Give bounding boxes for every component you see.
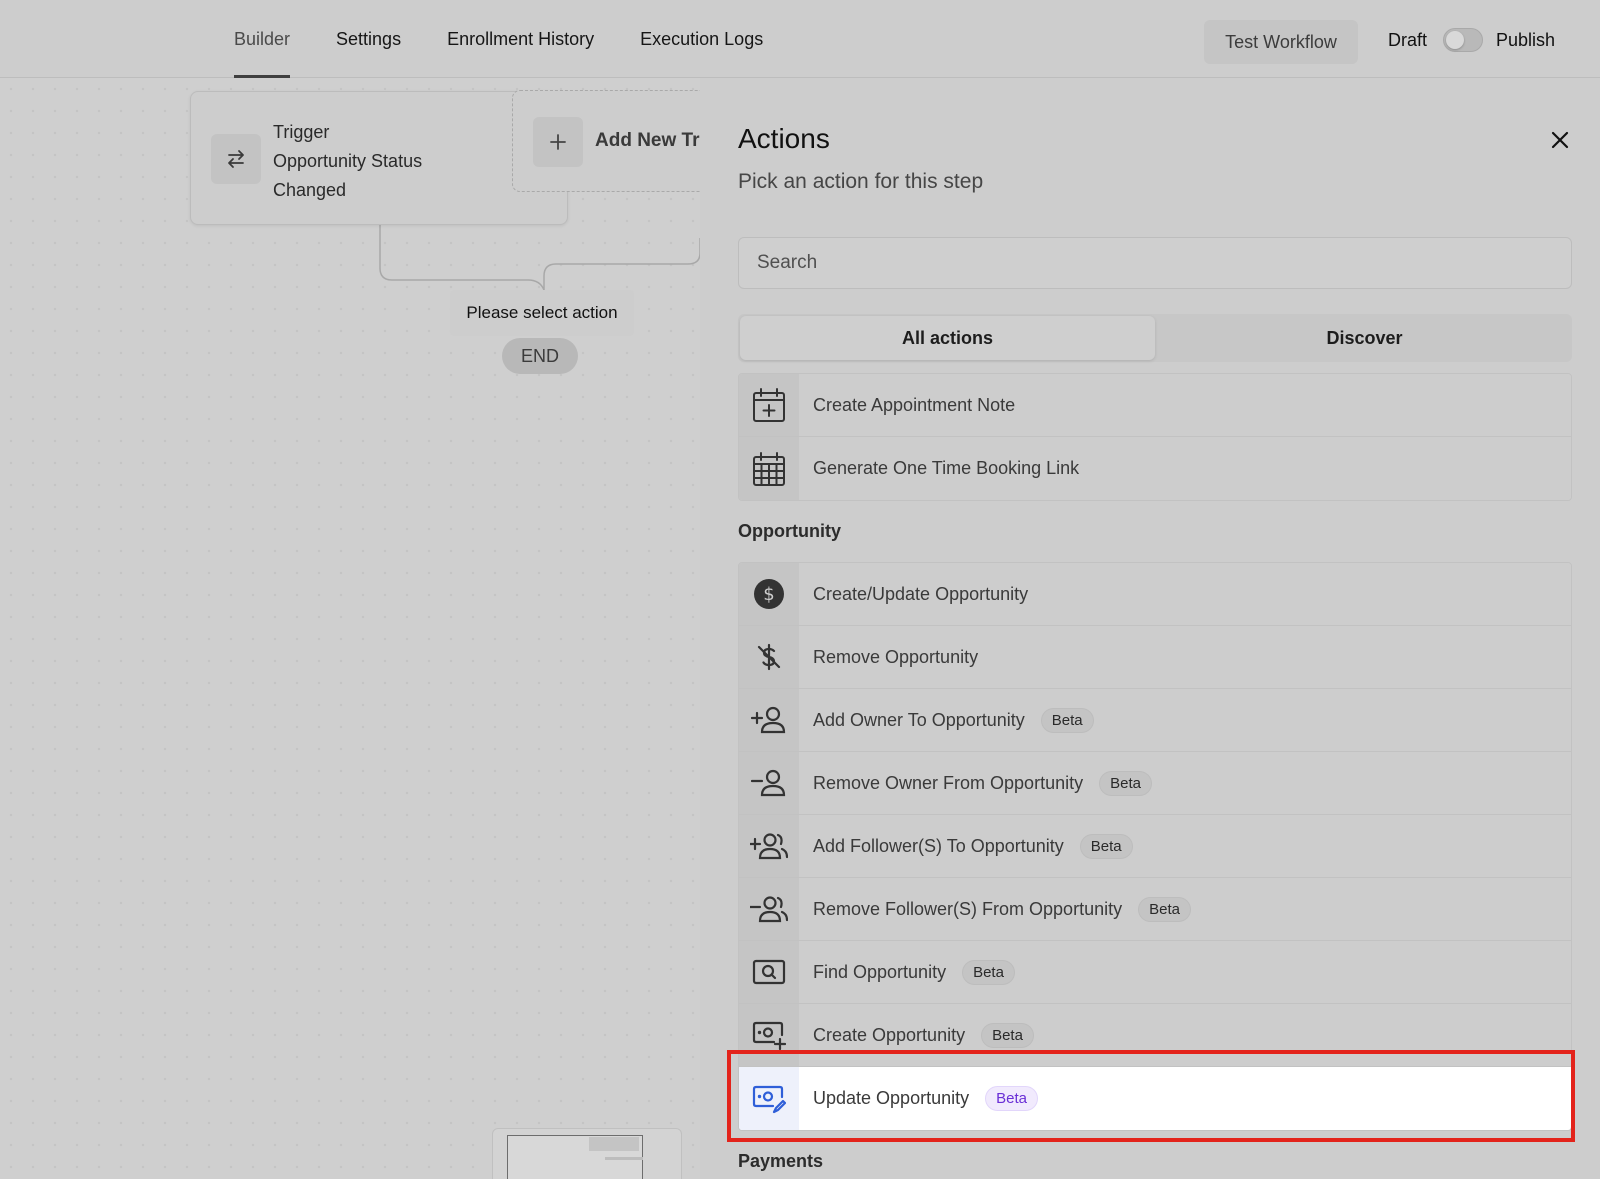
action-create-update-opportunity[interactable]: $ Create/Update Opportunity: [739, 563, 1571, 626]
top-bar: Builder Settings Enrollment History Exec…: [0, 0, 1600, 78]
action-label: Create Opportunity: [813, 1024, 966, 1045]
close-icon[interactable]: [1546, 126, 1574, 154]
workflow-tabs: Builder Settings Enrollment History Exec…: [234, 0, 809, 78]
appointment-actions: Create Appointment Note Generate One Tim…: [738, 373, 1572, 501]
users-plus-icon: [739, 815, 799, 877]
action-label: Remove Follower(S) From Opportunity: [813, 898, 1123, 919]
action-filter-tabs: All actions Discover: [738, 314, 1572, 362]
panel-subtitle: Pick an action for this step: [738, 170, 984, 193]
action-add-followers[interactable]: Add Follower(S) To Opportunity Beta: [739, 815, 1571, 878]
action-find-opportunity[interactable]: Find Opportunity Beta: [739, 941, 1571, 1004]
action-update-opportunity[interactable]: Update Opportunity Beta: [739, 1067, 1571, 1130]
user-minus-icon: [739, 752, 799, 814]
action-label: Generate One Time Booking Link: [813, 458, 1080, 478]
plus-icon: [533, 117, 583, 167]
action-label: Add Follower(S) To Opportunity: [813, 835, 1064, 856]
calendar-grid-icon: [739, 437, 799, 500]
actions-list: Create Appointment Note Generate One Tim…: [738, 373, 1572, 1179]
action-label: Add Owner To Opportunity: [813, 709, 1025, 730]
add-trigger-label: Add New Tr: [595, 130, 700, 151]
draft-label: Draft: [1388, 30, 1428, 50]
swap-arrows-icon: [211, 134, 261, 184]
search-input[interactable]: [738, 237, 1572, 289]
tab-enrollment-history[interactable]: Enrollment History: [447, 0, 594, 78]
test-workflow-button[interactable]: Test Workflow: [1204, 20, 1358, 64]
action-remove-followers[interactable]: Remove Follower(S) From Opportunity Beta: [739, 878, 1571, 941]
action-generate-booking-link[interactable]: Generate One Time Booking Link: [739, 437, 1571, 500]
dollar-circle-icon: $: [739, 563, 799, 625]
canvas-minimap[interactable]: [492, 1128, 682, 1179]
workflow-canvas[interactable]: Trigger Opportunity Status Changed Add N…: [0, 78, 700, 1179]
minimap-node: [589, 1137, 639, 1151]
user-plus-icon: [739, 689, 799, 751]
actions-panel: Actions Pick an action for this step All…: [700, 78, 1600, 1179]
svg-text:$: $: [763, 584, 774, 605]
tab-builder[interactable]: Builder: [234, 0, 291, 78]
publish-toggle[interactable]: [1443, 28, 1483, 52]
action-label: Create/Update Opportunity: [813, 583, 1029, 604]
section-opportunity: Opportunity: [738, 521, 841, 541]
beta-badge: Beta: [1040, 707, 1094, 733]
tab-discover[interactable]: Discover: [1157, 314, 1572, 362]
section-payments: Payments: [738, 1151, 824, 1171]
users-minus-icon: [739, 878, 799, 940]
panel-title: Actions: [738, 123, 830, 154]
opportunity-actions: $ Create/Update Opportunity Remove Oppor…: [738, 562, 1572, 1131]
action-add-owner[interactable]: Add Owner To Opportunity Beta: [739, 689, 1571, 752]
action-label: Find Opportunity: [813, 961, 947, 982]
tab-settings[interactable]: Settings: [336, 0, 401, 78]
money-plus-icon: [739, 1004, 799, 1066]
trigger-name-line2: Changed: [273, 180, 347, 200]
add-new-trigger-node[interactable]: Add New Tr: [512, 90, 700, 192]
beta-badge: Beta: [1138, 896, 1191, 922]
action-label: Remove Owner From Opportunity: [813, 772, 1084, 793]
end-node: END: [502, 338, 578, 374]
action-create-opportunity[interactable]: Create Opportunity Beta: [739, 1004, 1571, 1067]
money-edit-icon: [739, 1067, 799, 1130]
action-label: Create Appointment Note: [813, 394, 1016, 415]
search-money-icon: [739, 941, 799, 1003]
beta-badge: Beta: [981, 1022, 1034, 1048]
publish-label[interactable]: Publish: [1496, 30, 1555, 51]
trigger-name-line1: Opportunity Status: [273, 151, 423, 171]
minimap-node: [605, 1157, 643, 1160]
calendar-plus-icon: [739, 374, 799, 436]
select-action-node[interactable]: Please select action: [450, 290, 634, 336]
tab-execution-logs[interactable]: Execution Logs: [640, 0, 763, 78]
action-create-appointment-note[interactable]: Create Appointment Note: [739, 374, 1571, 437]
beta-badge: Beta: [985, 1086, 1038, 1111]
trigger-text: Trigger Opportunity Status Changed: [273, 118, 422, 205]
tab-all-actions[interactable]: All actions: [740, 316, 1155, 360]
beta-badge: Beta: [1079, 833, 1133, 859]
trigger-title: Trigger: [273, 122, 330, 142]
beta-badge: Beta: [962, 959, 1015, 985]
dollar-off-icon: [739, 626, 799, 688]
action-label: Update Opportunity: [813, 1088, 970, 1108]
action-remove-owner[interactable]: Remove Owner From Opportunity Beta: [739, 752, 1571, 815]
toggle-knob: [1446, 31, 1464, 49]
action-remove-opportunity[interactable]: Remove Opportunity: [739, 626, 1571, 689]
beta-badge: Beta: [1099, 770, 1152, 796]
action-label: Remove Opportunity: [813, 646, 979, 667]
